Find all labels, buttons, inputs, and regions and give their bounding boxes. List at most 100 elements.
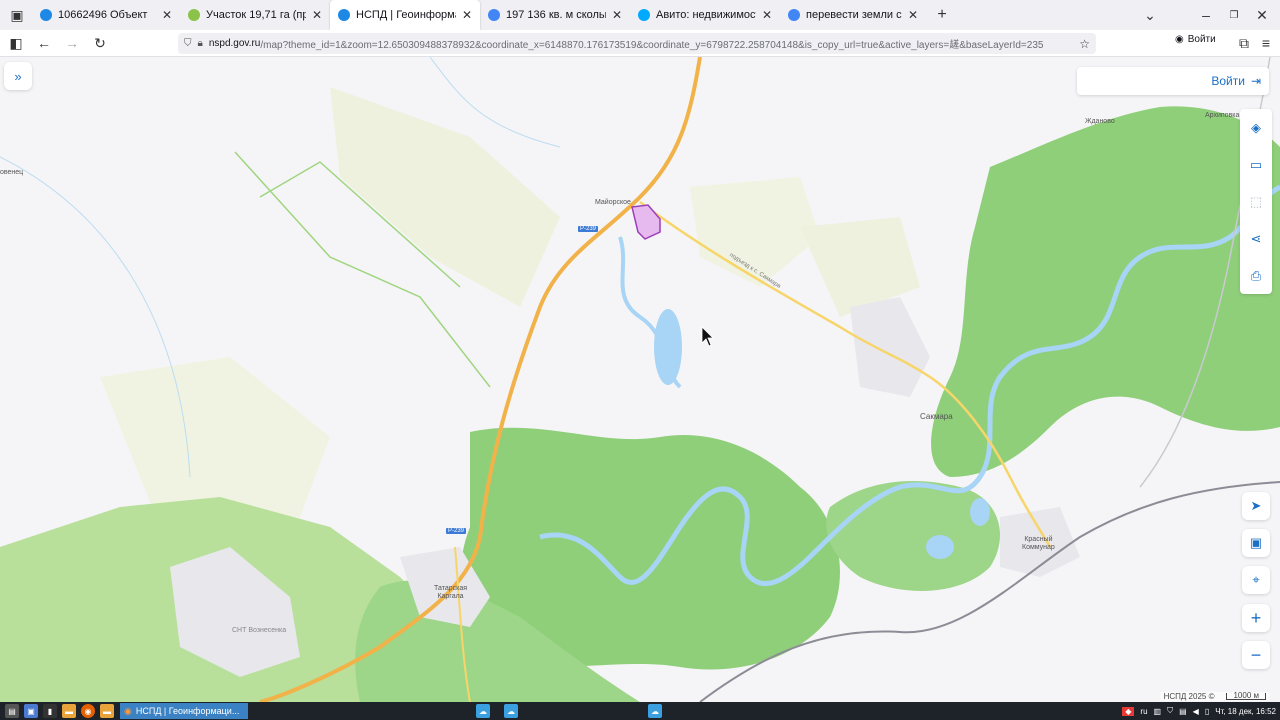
- lake: [970, 498, 990, 526]
- taskbar-window-button[interactable]: ◉ НСПД | Геоинформаци...: [120, 703, 248, 719]
- maximize-icon[interactable]: ❐: [1222, 3, 1246, 27]
- shield-icon: ⛉: [184, 38, 192, 49]
- map-footer: НСПД 2025 © 1000 м: [1159, 692, 1270, 701]
- chevron-down-icon[interactable]: ⌄: [1138, 3, 1162, 27]
- tab-list-icon[interactable]: ▣: [4, 3, 30, 27]
- place-label-left-edge: овенец: [0, 169, 24, 176]
- place-label-zhdanovo: Жданово: [1085, 118, 1115, 125]
- sidebar-icon[interactable]: ◧: [4, 31, 28, 55]
- url-bar[interactable]: ⛉ 🔒︎ nspd.gov.ru /map?theme_id=1&zoom=12…: [178, 33, 1096, 54]
- navigation-bar: ◧ ← → ↻ ⛉ 🔒︎ nspd.gov.ru /map?theme_id=1…: [0, 30, 1280, 57]
- app-icon[interactable]: ☁: [648, 704, 662, 718]
- tab-favicon-icon: [40, 9, 52, 21]
- url-path: /map?theme_id=1&zoom=12.650309488378932&…: [260, 40, 1044, 51]
- account-label: Войти: [1187, 34, 1216, 45]
- tab-title: НСПД | Геоинформационн: [356, 9, 456, 21]
- close-icon[interactable]: ✕: [312, 8, 322, 22]
- app-icon[interactable]: ☁: [476, 704, 490, 718]
- place-label-mayorskoe: Майорское: [595, 199, 631, 206]
- clock[interactable]: Чт, 18 дек, 16:52: [1215, 707, 1276, 716]
- place-label-sakmara: Сакмара: [920, 412, 953, 421]
- lake: [926, 535, 954, 559]
- reload-icon[interactable]: ↻: [88, 31, 112, 55]
- ruler-icon[interactable]: ▭: [1240, 146, 1272, 183]
- app-menu-icon[interactable]: ▤: [5, 704, 19, 718]
- tab-bar: ▣ 10662496 Объект ✕ Участок 19,71 га (пр…: [0, 0, 1280, 30]
- tab-3[interactable]: 197 136 кв. м сколько в сот ✕: [480, 0, 630, 30]
- tab-favicon-icon: [338, 9, 350, 21]
- place-label-tatarskaya-kargala: Татарская Каргала: [434, 585, 468, 600]
- tab-title: 10662496 Объект: [58, 9, 148, 21]
- minimap-icon[interactable]: ▣: [1242, 529, 1270, 557]
- back-icon[interactable]: ←: [32, 31, 56, 55]
- close-icon[interactable]: ✕: [762, 8, 772, 22]
- lock-icon: 🔒︎: [197, 38, 203, 49]
- close-icon[interactable]: ✕: [908, 8, 918, 22]
- bookmark-star-icon[interactable]: ☆: [1079, 37, 1090, 51]
- network-icon[interactable]: ▤: [1179, 707, 1187, 716]
- firefox-icon[interactable]: ◉: [81, 704, 95, 718]
- clipboard-icon[interactable]: ▥: [1154, 707, 1162, 716]
- tab-5[interactable]: перевести земли сельхозн ✕: [780, 0, 926, 30]
- login-button[interactable]: Войти ⇥: [1077, 67, 1269, 95]
- google-icon: [488, 9, 500, 21]
- terminal-icon[interactable]: ▮: [43, 704, 57, 718]
- battery-icon[interactable]: ▯: [1205, 707, 1209, 716]
- files-icon[interactable]: ▣: [24, 704, 38, 718]
- account-button[interactable]: ◉ Войти: [1175, 34, 1216, 45]
- app-icon[interactable]: ◆: [1122, 706, 1135, 716]
- map-background[interactable]: [0, 57, 1280, 702]
- tab-0[interactable]: 10662496 Объект ✕: [32, 0, 180, 30]
- road-shield: Р-239: [578, 226, 599, 232]
- print-icon[interactable]: ⎙: [1240, 257, 1272, 294]
- forward-icon[interactable]: →: [60, 31, 84, 55]
- tab-title: 197 136 кв. м сколько в сот: [506, 9, 606, 21]
- volume-icon[interactable]: ◀: [1193, 707, 1199, 716]
- tab-4[interactable]: Авито: недвижимость, тра ✕: [630, 0, 780, 30]
- share-icon[interactable]: ⋖: [1240, 220, 1272, 257]
- login-icon: ⇥: [1250, 74, 1261, 88]
- new-tab-button[interactable]: +: [930, 3, 954, 27]
- tab-1[interactable]: Участок 19,71 га (промназ ✕: [180, 0, 330, 30]
- copyright-label: НСПД 2025 ©: [1163, 692, 1215, 701]
- place-label-krasny-kommunar: Красный Коммунар: [1022, 536, 1055, 551]
- keyboard-layout[interactable]: ru: [1140, 707, 1147, 716]
- tab-title: перевести земли сельхозн: [806, 9, 902, 21]
- minimize-icon[interactable]: –: [1194, 3, 1218, 27]
- menu-icon[interactable]: ≡: [1254, 31, 1278, 55]
- place-label-arkhipovka: Архиповка: [1205, 112, 1240, 119]
- login-label: Войти: [1211, 74, 1245, 88]
- tab-title: Участок 19,71 га (промназ: [206, 9, 306, 21]
- lake: [654, 309, 682, 385]
- account-icon: ◉: [1175, 34, 1184, 45]
- tab-favicon-icon: [188, 9, 200, 21]
- map-canvas[interactable]: Майорское Сакмара Татарская Каргала Крас…: [0, 57, 1280, 702]
- firefox-icon: ◉: [124, 705, 132, 716]
- select-area-icon[interactable]: ⬚: [1240, 183, 1272, 220]
- os-taskbar: ▤ ▣ ▮ ▬ ◉ ▬ ◉ НСПД | Геоинформаци... ☁ ☁…: [0, 702, 1280, 720]
- tab-2[interactable]: НСПД | Геоинформационн ✕: [330, 0, 480, 30]
- scale-bar: 1000 м: [1226, 692, 1266, 700]
- folder-icon[interactable]: ▬: [100, 704, 114, 718]
- close-icon[interactable]: ✕: [612, 8, 622, 22]
- folder-icon[interactable]: ▬: [62, 704, 76, 718]
- close-window-icon[interactable]: ✕: [1250, 3, 1274, 27]
- app-icon[interactable]: ☁: [504, 704, 518, 718]
- zoom-in-button[interactable]: +: [1242, 604, 1270, 632]
- geolocation-icon[interactable]: ⌖: [1242, 566, 1270, 594]
- extensions-icon[interactable]: ⧉: [1232, 31, 1256, 55]
- zoom-out-button[interactable]: −: [1242, 641, 1270, 669]
- place-label-snt: СНТ Вознесенка: [232, 627, 287, 634]
- close-icon[interactable]: ✕: [462, 8, 472, 22]
- system-tray: ◆ ru ▥ ⛉ ▤ ◀ ▯ Чт, 18 дек, 16:52: [1122, 702, 1276, 720]
- tab-title: Авито: недвижимость, тра: [656, 9, 756, 21]
- shield-icon[interactable]: ⛉: [1167, 706, 1173, 716]
- map-tools-panel: ◈ ▭ ⬚ ⋖ ⎙: [1240, 109, 1272, 294]
- layers-icon[interactable]: ◈: [1240, 109, 1272, 146]
- close-icon[interactable]: ✕: [162, 8, 172, 22]
- expand-panel-button[interactable]: »: [4, 62, 32, 90]
- locate-icon[interactable]: ➤: [1242, 492, 1270, 520]
- road-shield: Р-239: [446, 528, 467, 534]
- avito-icon: [638, 9, 650, 21]
- url-domain: nspd.gov.ru: [208, 38, 261, 49]
